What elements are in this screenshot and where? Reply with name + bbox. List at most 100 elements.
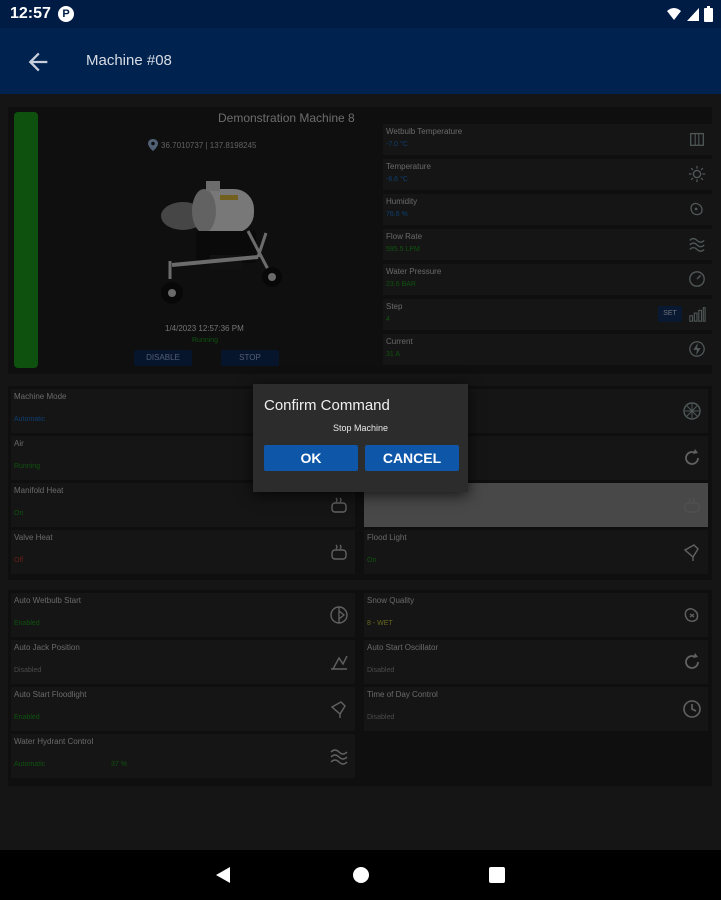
bolt-icon bbox=[689, 341, 705, 357]
lightbulb-icon bbox=[683, 544, 699, 561]
sensor-value: 31 A bbox=[386, 351, 401, 358]
tile-label: Water Hydrant Control bbox=[14, 737, 94, 746]
time-of-day-control-tile[interactable]: Time of Day Control Disabled bbox=[364, 687, 708, 731]
tile-value: Disabled bbox=[367, 714, 395, 721]
jack-icon bbox=[331, 655, 348, 670]
sensor-step: Step 4 SET bbox=[383, 299, 712, 330]
tile-value: 8 - WET bbox=[367, 620, 393, 627]
flood-light-tile[interactable]: Flood Light On bbox=[364, 530, 708, 574]
sensor-label: Humidity bbox=[386, 197, 418, 206]
automation-panel: Auto Wetbulb Start Enabled Snow Quality … bbox=[8, 590, 712, 786]
cancel-button[interactable]: CANCEL bbox=[365, 445, 459, 471]
hydrant-percent: 37 % bbox=[111, 761, 127, 768]
auto-jack-position-tile[interactable]: Auto Jack Position Disabled bbox=[11, 640, 355, 684]
lightbulb-icon bbox=[330, 701, 346, 718]
ok-button[interactable]: OK bbox=[264, 445, 358, 471]
tile-value: Disabled bbox=[367, 667, 395, 674]
app-notification-icon: P bbox=[58, 6, 74, 22]
heat-icon bbox=[331, 544, 347, 560]
bars-icon bbox=[689, 307, 706, 322]
snow-quality-tile[interactable]: Snow Quality 8 - WET bbox=[364, 593, 708, 637]
sensor-temperature: Temperature -6.6 °C bbox=[383, 159, 712, 190]
tile-value: Enabled bbox=[14, 714, 40, 721]
waves-icon bbox=[689, 237, 705, 252]
step-set-button[interactable]: SET bbox=[658, 306, 682, 322]
heat-icon bbox=[684, 497, 700, 513]
nav-home-icon[interactable] bbox=[350, 864, 372, 886]
snowflake-icon bbox=[690, 132, 704, 146]
system-navigation-bar bbox=[0, 850, 721, 900]
sensor-label: Temperature bbox=[386, 162, 431, 171]
machine-overview-panel: Demonstration Machine 8 36.7010737 | 137… bbox=[8, 107, 712, 374]
water-hydrant-control-tile[interactable]: Water Hydrant Control Automatic 37 % bbox=[11, 734, 355, 778]
dialog-title: Confirm Command bbox=[264, 397, 390, 414]
sensor-value: 595.5 LPM bbox=[386, 246, 420, 253]
sensor-label: Flow Rate bbox=[386, 232, 423, 241]
tile-value: Automatic bbox=[14, 761, 46, 768]
sensor-water-pressure: Water Pressure 23.6 BAR bbox=[383, 264, 712, 295]
sun-icon bbox=[688, 165, 706, 183]
tile-value: On bbox=[367, 557, 377, 564]
back-arrow-icon[interactable] bbox=[24, 48, 52, 76]
heat-icon bbox=[331, 497, 347, 513]
app-bar: Machine #08 bbox=[0, 28, 721, 94]
sensor-value: -7.0 °C bbox=[386, 141, 408, 148]
fan-icon bbox=[683, 402, 701, 420]
sensor-value: 4 bbox=[386, 316, 390, 323]
sensor-label: Step bbox=[386, 302, 403, 311]
battery-icon bbox=[704, 6, 713, 22]
system-icons bbox=[666, 6, 713, 22]
page-title: Machine #08 bbox=[86, 52, 172, 69]
nav-back-icon[interactable] bbox=[212, 864, 234, 886]
sensor-value: 23.6 BAR bbox=[386, 281, 416, 288]
machine-location[interactable]: 36.7010737 | 137.8198245 bbox=[148, 139, 257, 151]
nav-recents-icon[interactable] bbox=[486, 864, 508, 886]
snow-quality-icon bbox=[684, 608, 699, 622]
auto-start-floodlight-tile[interactable]: Auto Start Floodlight Enabled bbox=[11, 687, 355, 731]
last-update-time: 1/4/2023 12:57:36 PM bbox=[165, 324, 244, 333]
valve-heat-tile[interactable]: Valve Heat Off bbox=[11, 530, 355, 574]
tile-label: Machine Mode bbox=[14, 392, 67, 401]
tile-label: Auto Start Floodlight bbox=[14, 690, 87, 699]
dialog-message: Stop Machine bbox=[332, 423, 389, 433]
confirm-command-dialog: Confirm Command Stop Machine OK CANCEL bbox=[253, 384, 468, 492]
status-bar: 12:57 P bbox=[0, 0, 721, 28]
location-pin-icon bbox=[148, 139, 158, 151]
sensor-value: -6.6 °C bbox=[386, 176, 408, 183]
stop-button[interactable]: STOP bbox=[221, 350, 279, 366]
tile-label: Air bbox=[14, 439, 24, 448]
disable-button[interactable]: DISABLE bbox=[134, 350, 192, 366]
tile-label: Auto Wetbulb Start bbox=[14, 596, 81, 605]
tile-label: Auto Jack Position bbox=[14, 643, 80, 652]
tile-value: On bbox=[14, 510, 24, 517]
sensor-value: 76.6 % bbox=[386, 211, 408, 218]
sensor-humidity: Humidity 76.6 % bbox=[383, 194, 712, 225]
tile-label: Snow Quality bbox=[367, 596, 415, 605]
tile-label: Time of Day Control bbox=[367, 690, 438, 699]
status-time: 12:57 bbox=[10, 5, 51, 22]
machine-status-bar bbox=[14, 112, 38, 368]
wetbulb-icon bbox=[330, 606, 348, 624]
tile-value: Enabled bbox=[14, 620, 40, 627]
machine-status-text: Running bbox=[192, 337, 219, 344]
wifi-icon bbox=[667, 8, 681, 20]
auto-wetbulb-start-tile[interactable]: Auto Wetbulb Start Enabled bbox=[11, 593, 355, 637]
tile-label: Flood Light bbox=[367, 533, 407, 542]
sensor-label: Current bbox=[386, 337, 413, 346]
tile-value: Off bbox=[14, 557, 24, 564]
waves-icon bbox=[330, 749, 348, 765]
tile-label: Manifold Heat bbox=[14, 486, 64, 495]
sensor-flow-rate: Flow Rate 595.5 LPM bbox=[383, 229, 712, 260]
sensor-label: Water Pressure bbox=[386, 267, 442, 276]
sensor-current: Current 31 A bbox=[383, 334, 712, 365]
gauge-icon bbox=[689, 271, 705, 287]
sensor-label: Wetbulb Temperature bbox=[386, 127, 463, 136]
tile-value: Running bbox=[14, 463, 41, 470]
humidity-icon bbox=[690, 202, 703, 216]
tile-label: Auto Start Oscillator bbox=[367, 643, 439, 652]
oscillator-icon bbox=[685, 653, 699, 669]
auto-start-oscillator-tile[interactable]: Auto Start Oscillator Disabled bbox=[364, 640, 708, 684]
snow-gun-image bbox=[161, 181, 282, 304]
machine-name: Demonstration Machine 8 bbox=[218, 111, 355, 125]
tile-value: Automatic bbox=[14, 416, 46, 423]
